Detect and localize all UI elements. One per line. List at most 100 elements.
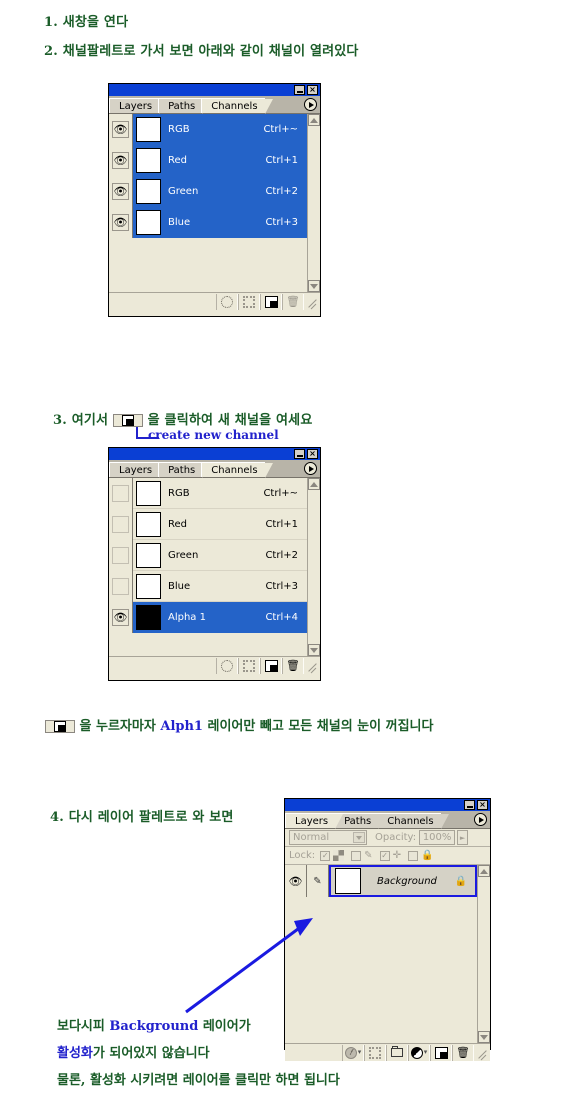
load-channel-as-selection-icon[interactable]: [216, 657, 238, 674]
close-button[interactable]: ×: [307, 85, 318, 95]
lock-position-checkbox[interactable]: ✓: [379, 850, 390, 861]
opacity-input[interactable]: 100%: [419, 830, 456, 845]
visibility-cell[interactable]: 👁: [109, 602, 133, 633]
channel-row-blue[interactable]: Blue Ctrl+3: [109, 570, 307, 602]
channel-row-blue[interactable]: 👁 Blue Ctrl+3: [109, 207, 307, 238]
channel-row-green[interactable]: Green Ctrl+2: [109, 539, 307, 571]
tab-layers[interactable]: Layers: [109, 462, 168, 478]
minimize-button[interactable]: [294, 85, 305, 95]
eye-icon-off[interactable]: [112, 484, 129, 502]
visibility-cell[interactable]: 👁: [109, 145, 133, 176]
delete-layer-icon[interactable]: 🗑: [452, 1044, 474, 1061]
channel-row-red[interactable]: 👁 Red Ctrl+1: [109, 145, 307, 176]
blend-mode-row[interactable]: Normal Opacity: 100% ►: [285, 829, 490, 847]
eye-icon[interactable]: 👁: [114, 217, 128, 228]
channels-palette-after[interactable]: × Layers Paths Channels RGB Ctrl+~ Red C…: [108, 447, 321, 681]
channel-row-red[interactable]: Red Ctrl+1: [109, 508, 307, 540]
brush-cell[interactable]: ✎: [307, 865, 329, 897]
opacity-stepper[interactable]: ►: [457, 830, 469, 845]
visibility-cell[interactable]: 👁: [109, 114, 133, 145]
scroll-down-button[interactable]: [478, 1031, 490, 1043]
eye-icon[interactable]: 👁: [114, 155, 128, 166]
step-1-text: 새창을 연다: [62, 15, 129, 30]
visibility-cell[interactable]: [109, 478, 133, 509]
eye-icon[interactable]: 👁: [114, 186, 128, 197]
eye-icon[interactable]: 👁: [289, 876, 303, 887]
scroll-up-button[interactable]: [308, 114, 320, 126]
delete-channel-icon[interactable]: 🗑: [282, 293, 304, 310]
visibility-cell[interactable]: [109, 508, 133, 540]
tab-channels[interactable]: Channels: [201, 98, 273, 114]
scroll-up-button[interactable]: [478, 865, 490, 877]
channels-list[interactable]: RGB Ctrl+~ Red Ctrl+1 Green Ctrl+2 Blue …: [109, 478, 320, 656]
eye-icon-off[interactable]: [112, 546, 129, 564]
channel-row-rgb[interactable]: RGB Ctrl+~: [109, 478, 307, 509]
palette-menu-arrow-icon[interactable]: [304, 98, 317, 111]
tab-paths[interactable]: Paths: [158, 462, 211, 478]
channels-scrollbar[interactable]: [307, 114, 320, 292]
brush-icon[interactable]: ✎: [313, 876, 321, 887]
palette-titlebar[interactable]: ×: [285, 799, 490, 811]
save-selection-as-channel-icon[interactable]: [238, 293, 260, 310]
eye-icon[interactable]: 👁: [114, 124, 128, 135]
tab-channels[interactable]: Channels: [201, 462, 273, 478]
create-new-fill-or-adjustment-layer-icon[interactable]: ▾: [408, 1044, 430, 1061]
channels-scrollbar[interactable]: [307, 478, 320, 656]
tab-paths[interactable]: Paths: [158, 98, 211, 114]
lock-image-pixels-checkbox[interactable]: [351, 850, 362, 861]
eye-icon[interactable]: 👁: [114, 612, 128, 623]
add-layer-style-icon[interactable]: 𝑓 ▾: [342, 1044, 364, 1061]
tab-channels[interactable]: Channels: [377, 813, 449, 829]
create-new-channel-icon[interactable]: [260, 657, 282, 674]
scroll-down-button[interactable]: [308, 280, 320, 292]
channel-row-green[interactable]: 👁 Green Ctrl+2: [109, 176, 307, 207]
scroll-up-button[interactable]: [308, 478, 320, 490]
add-layer-mask-icon[interactable]: [364, 1044, 386, 1061]
load-channel-as-selection-icon[interactable]: [216, 293, 238, 310]
create-new-channel-icon[interactable]: [260, 293, 282, 310]
close-button[interactable]: ×: [477, 800, 488, 810]
resize-grip[interactable]: [306, 295, 319, 308]
resize-grip[interactable]: [476, 1046, 489, 1059]
palette-tabs[interactable]: Layers Paths Channels: [285, 811, 490, 829]
palette-tabs[interactable]: Layers Paths Channels: [109, 460, 320, 478]
lock-all-checkbox[interactable]: [407, 850, 418, 861]
scroll-down-button[interactable]: [308, 644, 320, 656]
create-new-channel-icon-inline-2[interactable]: [45, 720, 75, 733]
lock-row[interactable]: Lock: ✓ ✎ ✓ ✛ 🔒: [285, 847, 490, 865]
channel-row-alpha-1[interactable]: 👁 Alpha 1 Ctrl+4: [109, 602, 307, 633]
tab-layers[interactable]: Layers: [109, 98, 168, 114]
visibility-cell[interactable]: [109, 570, 133, 602]
minimize-button[interactable]: [464, 800, 475, 810]
channel-row-rgb[interactable]: 👁 RGB Ctrl+~: [109, 114, 307, 145]
channels-list[interactable]: 👁 RGB Ctrl+~ 👁 Red Ctrl+1 👁 Green Ctrl+2…: [109, 114, 320, 292]
channels-footer[interactable]: 🗑: [109, 656, 320, 674]
visibility-cell[interactable]: 👁: [109, 207, 133, 238]
visibility-cell[interactable]: 👁: [285, 865, 307, 897]
layer-row-background[interactable]: 👁 ✎ Background 🔒: [285, 865, 477, 897]
palette-titlebar[interactable]: ×: [109, 84, 320, 96]
channels-palette-before[interactable]: × Layers Paths Channels 👁 RGB Ctrl+~ 👁 R…: [108, 83, 321, 317]
palette-menu-arrow-icon[interactable]: [474, 813, 487, 826]
close-button[interactable]: ×: [307, 449, 318, 459]
minimize-button[interactable]: [294, 449, 305, 459]
layers-footer[interactable]: 𝑓 ▾ ▾ 🗑: [285, 1043, 490, 1061]
visibility-cell[interactable]: [109, 539, 133, 571]
resize-grip[interactable]: [306, 659, 319, 672]
blend-mode-select[interactable]: Normal: [289, 830, 367, 845]
palette-tabs[interactable]: Layers Paths Channels: [109, 96, 320, 114]
eye-icon-off[interactable]: [112, 515, 129, 533]
palette-titlebar[interactable]: ×: [109, 448, 320, 460]
lock-transparent-pixels-checkbox[interactable]: ✓: [320, 850, 331, 861]
layers-scrollbar[interactable]: [477, 865, 490, 1043]
visibility-cell[interactable]: 👁: [109, 176, 133, 207]
delete-channel-icon[interactable]: 🗑: [282, 657, 304, 674]
channels-footer[interactable]: 🗑: [109, 292, 320, 310]
palette-menu-arrow-icon[interactable]: [304, 462, 317, 475]
create-new-group-icon[interactable]: [386, 1044, 408, 1061]
tab-layers[interactable]: Layers: [285, 813, 344, 829]
chevron-down-icon[interactable]: [353, 832, 365, 843]
save-selection-as-channel-icon[interactable]: [238, 657, 260, 674]
create-new-layer-icon[interactable]: [430, 1044, 452, 1061]
eye-icon-off[interactable]: [112, 577, 129, 595]
